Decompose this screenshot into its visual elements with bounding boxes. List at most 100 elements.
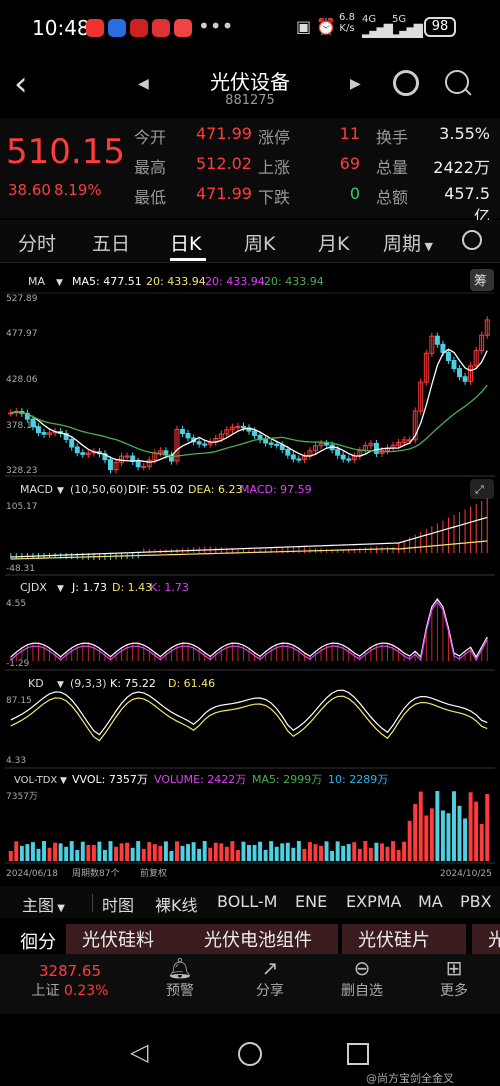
- ma-label: MA: [28, 275, 45, 288]
- indicator-item[interactable]: ENE: [295, 892, 327, 911]
- quote-stat-label: 涨停: [258, 128, 291, 147]
- tab-intraday[interactable]: 分时: [18, 229, 56, 256]
- page-title: 光伏设备: [210, 70, 290, 94]
- indicator-selector: 主图 ▼ 时图 裸K线 BOLL-M ENE EXPMA MA PBX: [0, 886, 500, 918]
- vol-vvol: VVOL: 7357万: [72, 773, 148, 786]
- indicator-item[interactable]: 裸K线: [155, 892, 198, 916]
- more-dots-icon: •••: [198, 14, 234, 38]
- volume-bar: [19, 845, 24, 861]
- tab-monthly-k[interactable]: 月K: [318, 229, 349, 256]
- sector-tag[interactable]: 光伏硅片: [342, 924, 466, 954]
- volume-bar: [435, 791, 440, 861]
- candle-body: [285, 449, 291, 456]
- volume-bar: [8, 851, 13, 861]
- volume-bar: [280, 843, 285, 861]
- indicator-item[interactable]: PBX: [460, 892, 492, 911]
- volume-bar: [346, 844, 351, 861]
- macd-axis-bottom: -48.31: [6, 564, 35, 574]
- share-icon: ↗: [261, 956, 279, 980]
- main-chart-selector[interactable]: 主图 ▼: [22, 892, 65, 916]
- quote-stat-value: 512.02: [196, 154, 252, 173]
- nfc-icon: ▣: [296, 17, 312, 36]
- quote-stat-label: 换手: [376, 128, 409, 147]
- volume-bar: [235, 849, 240, 861]
- app-notification-icon: [152, 19, 170, 37]
- quote-stat-value: 69: [339, 154, 360, 173]
- sector-heading: 徊分: [20, 932, 56, 953]
- ma-line-b-value: 20: 433.94: [205, 275, 265, 288]
- volume-bar: [429, 808, 434, 861]
- volume-bar: [230, 841, 235, 861]
- volume-bar: [313, 844, 318, 861]
- settings-icon[interactable]: [462, 230, 482, 250]
- kd-axis-top: 87.15: [6, 696, 32, 706]
- status-bar: 10:48 ••• ▣ ⏰ 6.8 K/s 4G ▂▄▆█ 5G ▂▄▆█ 98: [0, 0, 500, 58]
- vol-dropdown-icon: ▼: [60, 776, 67, 786]
- indicator-item[interactable]: 时图: [102, 892, 134, 916]
- cjdx-j-line: [10, 597, 488, 659]
- sector-tag[interactable]: 光伏硅料: [66, 924, 188, 954]
- nav-home-icon[interactable]: [238, 1042, 262, 1066]
- index-name: 上证: [31, 983, 60, 999]
- ma-line-a-value: 20: 433.94: [146, 275, 206, 288]
- volume-bar: [457, 805, 462, 861]
- volume-bar: [396, 849, 401, 861]
- volume-bar: [324, 841, 329, 861]
- volume-bar: [130, 847, 135, 861]
- tab-period[interactable]: 周期 ▼: [383, 229, 433, 256]
- volume-bar: [14, 841, 19, 861]
- candle-body: [108, 459, 113, 471]
- next-stock-icon[interactable]: ▶: [350, 76, 361, 92]
- indicator-item[interactable]: EXPMA: [346, 892, 401, 911]
- candle-body: [30, 418, 36, 428]
- volume-bar: [296, 841, 301, 861]
- candle-body: [196, 441, 202, 445]
- volume-bar: [424, 815, 429, 861]
- quote-stat-label: 上涨: [258, 158, 291, 177]
- sector-tag[interactable]: 光: [472, 924, 500, 954]
- ma-axis-1: 477.97: [6, 329, 38, 339]
- indicator-item[interactable]: BOLL-M: [217, 892, 277, 911]
- candle-body: [185, 432, 191, 439]
- vol-ma10: 10: 2289万: [328, 773, 388, 786]
- cjdx-axis-bottom: -1.29: [6, 659, 30, 669]
- candle-body: [180, 428, 185, 434]
- nav-recents-icon[interactable]: [347, 1043, 369, 1065]
- quote-stat-label: 总量: [376, 158, 409, 177]
- index-pct: 0.23%: [63, 983, 109, 999]
- share-button[interactable]: ↗ 分享: [230, 954, 310, 1000]
- volume-bar: [208, 847, 213, 861]
- bell-icon: 🔔︎: [167, 956, 193, 980]
- alert-button[interactable]: 🔔︎ 预警: [140, 954, 220, 1000]
- tab-five-day[interactable]: 五日: [92, 229, 130, 256]
- quote-stat-label: 今开: [134, 128, 167, 147]
- indicator-item-active[interactable]: MA: [418, 892, 443, 911]
- volume-bar: [158, 845, 163, 861]
- remove-watchlist-button[interactable]: ⊖ 删自选: [322, 954, 402, 1000]
- candle-body: [445, 351, 451, 362]
- candle-body: [202, 443, 208, 446]
- candle-body: [346, 458, 352, 461]
- volume-bar: [335, 841, 340, 861]
- tab-weekly-k[interactable]: 周K: [244, 229, 275, 256]
- nav-back-icon[interactable]: ◁: [130, 1038, 148, 1066]
- grid-icon: ⊞: [445, 956, 463, 980]
- volume-bar: [152, 844, 157, 861]
- related-sectors: 徊分 光伏硅料 光伏电池组件 光伏硅片 光: [0, 924, 500, 954]
- index-ticker[interactable]: 3287.65 上证 0.23%: [0, 962, 140, 1000]
- kline-chart-area[interactable]: MA ▼ MA5: 477.51 20: 433.94 20: 433.94 2…: [0, 265, 500, 885]
- more-button[interactable]: ⊞ 更多: [414, 954, 494, 1000]
- battery-icon: 98: [424, 17, 456, 37]
- quote-stat-value: 0: [349, 184, 360, 203]
- volume-bar: [263, 849, 268, 861]
- cjdx-axis-top: 4.55: [6, 599, 26, 609]
- sector-tag[interactable]: 光伏电池组件: [188, 924, 338, 954]
- tab-daily-k[interactable]: 日K: [170, 229, 201, 256]
- volume-bar: [36, 848, 41, 861]
- system-navigation: ◁ @尚方宝剑全金叉: [0, 1014, 500, 1085]
- volume-bar: [108, 841, 113, 861]
- status-time: 10:48: [32, 16, 90, 40]
- volume-bar: [47, 847, 52, 861]
- robot-assistant-icon[interactable]: [393, 70, 419, 96]
- ma20-line: [10, 384, 488, 458]
